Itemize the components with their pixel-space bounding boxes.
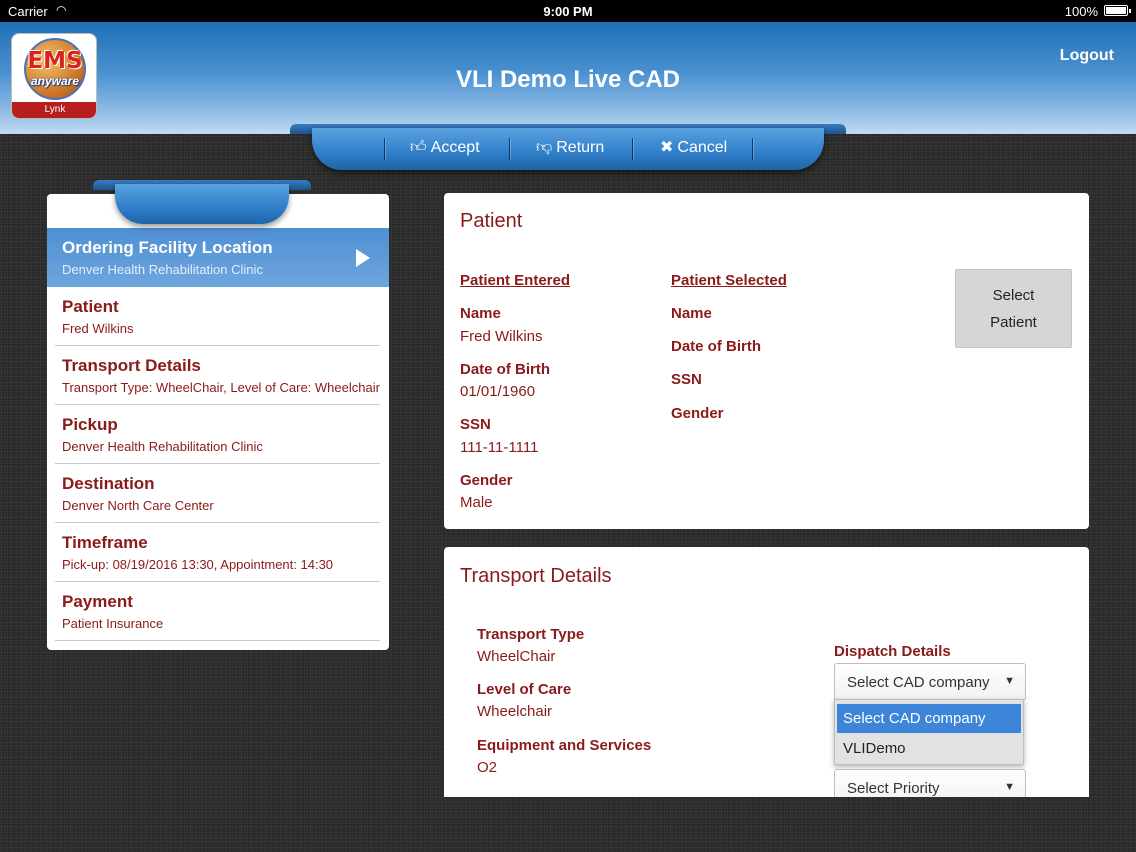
return-label: Return xyxy=(556,139,605,156)
nav-item-patient[interactable]: Patient Fred Wilkins xyxy=(55,287,380,346)
entered-dob-value: 01/01/1960 xyxy=(460,383,536,400)
toolbar-divider xyxy=(384,138,385,160)
selected-name-label: Name xyxy=(671,305,712,322)
cad-company-dropdown: Select CAD company VLIDemo xyxy=(834,699,1024,765)
priority-select-value: Select Priority xyxy=(847,780,940,797)
chevron-down-icon: ▼ xyxy=(1004,781,1015,793)
play-arrow-icon xyxy=(356,249,370,267)
entered-name-value: Fred Wilkins xyxy=(460,328,543,345)
accept-label: Accept xyxy=(430,139,480,156)
nav-item-title: Transport Details xyxy=(62,356,201,375)
nav-item-subtitle: Fred Wilkins xyxy=(62,321,134,336)
selected-ssn-label: SSN xyxy=(671,371,702,388)
entered-gender-value: Male xyxy=(460,494,493,511)
nav-item-subtitle: Denver Health Rehabilitation Clinic xyxy=(62,262,263,277)
cancel-button[interactable]: ✖ Cancel xyxy=(660,136,727,160)
patient-selected-heading: Patient Selected xyxy=(671,272,787,289)
logo-badge: Lynk xyxy=(12,102,96,118)
nav-item-title: Patient xyxy=(62,297,119,316)
cad-company-select[interactable]: Select CAD company ▼ xyxy=(834,663,1026,701)
nav-item-payment[interactable]: Payment Patient Insurance xyxy=(55,582,380,641)
cad-option-vlidemo[interactable]: VLIDemo xyxy=(837,734,1021,763)
toolbar-divider xyxy=(632,138,633,160)
cad-company-select-value: Select CAD company xyxy=(847,674,990,691)
selected-dob-label: Date of Birth xyxy=(671,338,761,355)
nav-item-title: Timeframe xyxy=(62,533,148,552)
nav-tab-ribbon xyxy=(93,180,311,226)
logout-button[interactable]: Logout xyxy=(1060,47,1114,65)
nav-item-ordering-facility[interactable]: Ordering Facility Location Denver Health… xyxy=(47,228,389,287)
selected-gender-label: Gender xyxy=(671,405,724,422)
status-bar: Carrier ◠ 9:00 PM 100% xyxy=(0,0,1136,22)
app-header: EMS anyware Lynk VLI Demo Live CAD Logou… xyxy=(0,22,1136,134)
entered-ssn-value: 111-11-1111 xyxy=(460,439,539,456)
nav-item-subtitle: Denver North Care Center xyxy=(62,498,214,513)
battery-icon xyxy=(1104,5,1131,16)
transport-card-title: Transport Details xyxy=(460,565,612,587)
action-toolbar: 👍︎ Accept 👎︎ Return ✖ Cancel xyxy=(290,124,846,170)
equipment-value: O2 xyxy=(477,759,498,776)
entered-name-label: Name xyxy=(460,305,501,322)
nav-item-transport-details[interactable]: Transport Details Transport Type: WheelC… xyxy=(55,346,380,405)
section-nav: Ordering Facility Location Denver Health… xyxy=(47,194,389,650)
patient-entered-heading: Patient Entered xyxy=(460,272,571,289)
cad-option-select-cad-company[interactable]: Select CAD company xyxy=(837,704,1021,733)
priority-select[interactable]: Select Priority ▼ xyxy=(834,769,1026,797)
thumbs-up-icon: 👍︎ xyxy=(410,139,427,156)
nav-item-pickup[interactable]: Pickup Denver Health Rehabilitation Clin… xyxy=(55,405,380,464)
page-title: VLI Demo Live CAD xyxy=(455,66,681,93)
transport-details-card: Transport Details Transport Type WheelCh… xyxy=(444,547,1089,797)
patient-card-title: Patient xyxy=(460,210,523,232)
dispatch-details-label: Dispatch Details xyxy=(834,643,951,660)
nav-item-subtitle: Transport Type: WheelChair, Level of Car… xyxy=(62,380,380,395)
nav-item-title: Pickup xyxy=(62,415,118,434)
return-button[interactable]: 👎︎ Return xyxy=(536,136,604,160)
chevron-down-icon: ▼ xyxy=(1004,675,1015,687)
nav-item-title: Ordering Facility Location xyxy=(62,238,273,257)
toolbar-divider xyxy=(752,138,753,160)
battery-percent: 100% xyxy=(1064,4,1098,19)
level-of-care-value: Wheelchair xyxy=(477,703,553,720)
close-icon: ✖ xyxy=(660,139,674,156)
accept-button[interactable]: 👍︎ Accept xyxy=(410,136,480,160)
select-patient-label-line2: Patient xyxy=(990,314,1037,331)
nav-item-title: Payment xyxy=(62,592,133,611)
entered-gender-label: Gender xyxy=(460,472,513,489)
nav-item-destination[interactable]: Destination Denver North Care Center xyxy=(55,464,380,523)
nav-item-subtitle: Denver Health Rehabilitation Clinic xyxy=(62,439,263,454)
patient-card: Patient Patient Entered Name Fred Wilkin… xyxy=(444,193,1089,529)
select-patient-button[interactable]: Select Patient xyxy=(955,269,1072,348)
nav-item-timeframe[interactable]: Timeframe Pick-up: 08/19/2016 13:30, App… xyxy=(55,523,380,582)
nav-item-subtitle: Patient Insurance xyxy=(62,616,164,631)
cancel-label: Cancel xyxy=(677,139,728,156)
entered-dob-label: Date of Birth xyxy=(460,361,550,378)
transport-type-label: Transport Type xyxy=(477,626,585,643)
transport-type-value: WheelChair xyxy=(477,648,556,665)
clock: 9:00 PM xyxy=(543,4,593,19)
entered-ssn-label: SSN xyxy=(460,416,491,433)
thumbs-down-icon: 👎︎ xyxy=(536,139,553,156)
nav-item-title: Destination xyxy=(62,474,155,493)
select-patient-label-line1: Select xyxy=(992,287,1035,304)
level-of-care-label: Level of Care xyxy=(477,681,572,698)
nav-item-subtitle: Pick-up: 08/19/2016 13:30, Appointment: … xyxy=(62,557,334,572)
toolbar-divider xyxy=(509,138,510,160)
equipment-label: Equipment and Services xyxy=(477,737,652,754)
